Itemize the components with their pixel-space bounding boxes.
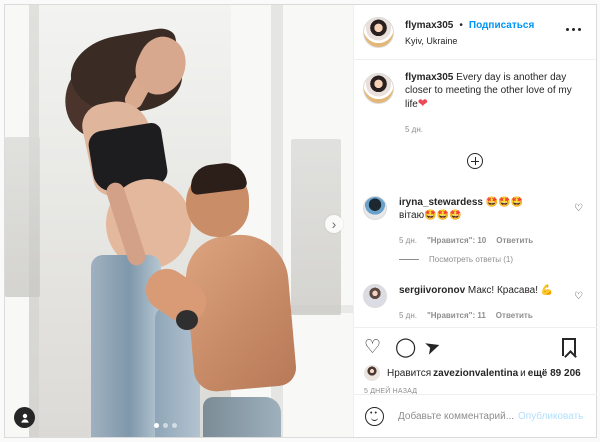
show-replies-button[interactable]: Посмотреть ответы (1)	[399, 255, 513, 264]
comment-item: iryna_stewardess 🤩🤩🤩 вітаю🤩🤩🤩 5 дн. "Нра…	[363, 196, 583, 247]
more-icon[interactable]	[566, 28, 581, 31]
author-info: flymax305 • Подписаться Kyiv, Ukraine	[405, 19, 534, 46]
comment-time: 5 дн.	[399, 311, 417, 320]
comment-text-second-line: вітаю🤩🤩🤩	[399, 210, 462, 221]
comment-item: sergiivoronov Макс! Красава! 💪 5 дн. "Нр…	[363, 284, 583, 322]
comment-icon[interactable]: ◯	[395, 338, 416, 358]
reply-button[interactable]: Ответить	[496, 234, 533, 247]
post-header: flymax305 • Подписаться Kyiv, Ukraine	[354, 5, 596, 60]
caption-text: flymax305 Every day is another day close…	[405, 71, 577, 156]
likes-count[interactable]: ещё 89 206	[528, 368, 581, 379]
more-dot	[572, 28, 575, 31]
post-location[interactable]: Kyiv, Ukraine	[405, 36, 534, 46]
comments-panel[interactable]: flymax305 Every day is another day close…	[354, 60, 596, 327]
commenter-avatar[interactable]	[363, 196, 387, 220]
more-dot	[578, 28, 581, 31]
comment-body: iryna_stewardess 🤩🤩🤩 вітаю🤩🤩🤩 5 дн. "Нра…	[399, 196, 562, 247]
comment-body: sergiivoronov Макс! Красава! 💪 5 дн. "Нр…	[399, 284, 562, 322]
carousel-dot	[163, 423, 168, 428]
carousel-dot	[172, 423, 177, 428]
comment-heart-icon[interactable]: ♡	[574, 203, 583, 214]
action-icons: ♡ ◯ ➤	[364, 335, 588, 361]
post-sidebar: flymax305 • Подписаться Kyiv, Ukraine fl…	[353, 5, 597, 437]
comment-username[interactable]: iryna_stewardess	[399, 197, 483, 208]
comment-likes[interactable]: "Нравится": 10	[427, 234, 486, 247]
caption-username[interactable]: flymax305	[405, 72, 453, 83]
comment-input[interactable]	[398, 410, 518, 422]
comment-meta: 5 дн. "Нравится": 10 Ответить	[399, 234, 562, 247]
separator-dot: •	[459, 19, 463, 31]
instagram-post-window: › flymax305 • Подписаться Kyiv, Ukraine	[4, 4, 597, 438]
carousel-dot-active	[154, 423, 159, 428]
more-dot	[566, 28, 569, 31]
post-actions: ♡ ◯ ➤ Нравится zavezionvalentina и ещё 8…	[354, 327, 597, 395]
heart-icon[interactable]: ♡	[364, 338, 381, 358]
caption-avatar[interactable]	[363, 73, 394, 104]
carousel-dots	[154, 423, 177, 428]
likes-prefix: Нравится	[387, 367, 432, 379]
emoji-icon[interactable]	[365, 406, 384, 426]
liker-username[interactable]: zavezionvalentina	[433, 368, 518, 379]
comment-time: 5 дн.	[399, 236, 417, 245]
comment-text: Макс! Красава! 💪	[467, 285, 554, 296]
author-avatar[interactable]	[363, 16, 394, 48]
liker-avatar[interactable]	[364, 365, 380, 381]
load-more-comments-icon[interactable]	[467, 153, 483, 169]
post-photo[interactable]: ›	[5, 5, 353, 437]
post-caption: flymax305 Every day is another day close…	[363, 60, 584, 156]
chevron-right-icon[interactable]: ›	[325, 215, 343, 233]
follow-button[interactable]: Подписаться	[469, 19, 534, 32]
user-tag-icon[interactable]	[14, 407, 35, 428]
comment-text-first-line: 🤩🤩🤩	[485, 197, 524, 208]
commenter-avatar[interactable]	[363, 284, 387, 308]
comment-composer: Опубликовать	[354, 394, 597, 437]
comment-username[interactable]: sergiivoronov	[399, 285, 465, 296]
send-icon[interactable]: ➤	[422, 335, 444, 360]
publish-button[interactable]: Опубликовать	[518, 411, 583, 422]
likes-middle: и	[520, 367, 526, 379]
author-username[interactable]: flymax305	[405, 19, 453, 32]
red-heart-emoji: ❤	[417, 96, 428, 110]
city-background-shape-left	[5, 137, 40, 297]
watch	[176, 310, 198, 330]
man-jeans	[203, 397, 281, 437]
bookmark-icon[interactable]	[562, 338, 576, 356]
author-line: flymax305 • Подписаться	[405, 19, 534, 32]
comment-meta: 5 дн. "Нравится": 11 Ответить	[399, 309, 562, 322]
comment-likes[interactable]: "Нравится": 11	[427, 309, 486, 322]
comment-heart-icon[interactable]: ♡	[574, 291, 583, 302]
caption-time: 5 дн.	[405, 125, 423, 134]
likes-summary: Нравится zavezionvalentina и ещё 89 206	[364, 365, 588, 381]
person-icon	[20, 413, 29, 423]
reply-button[interactable]: Ответить	[496, 309, 533, 322]
